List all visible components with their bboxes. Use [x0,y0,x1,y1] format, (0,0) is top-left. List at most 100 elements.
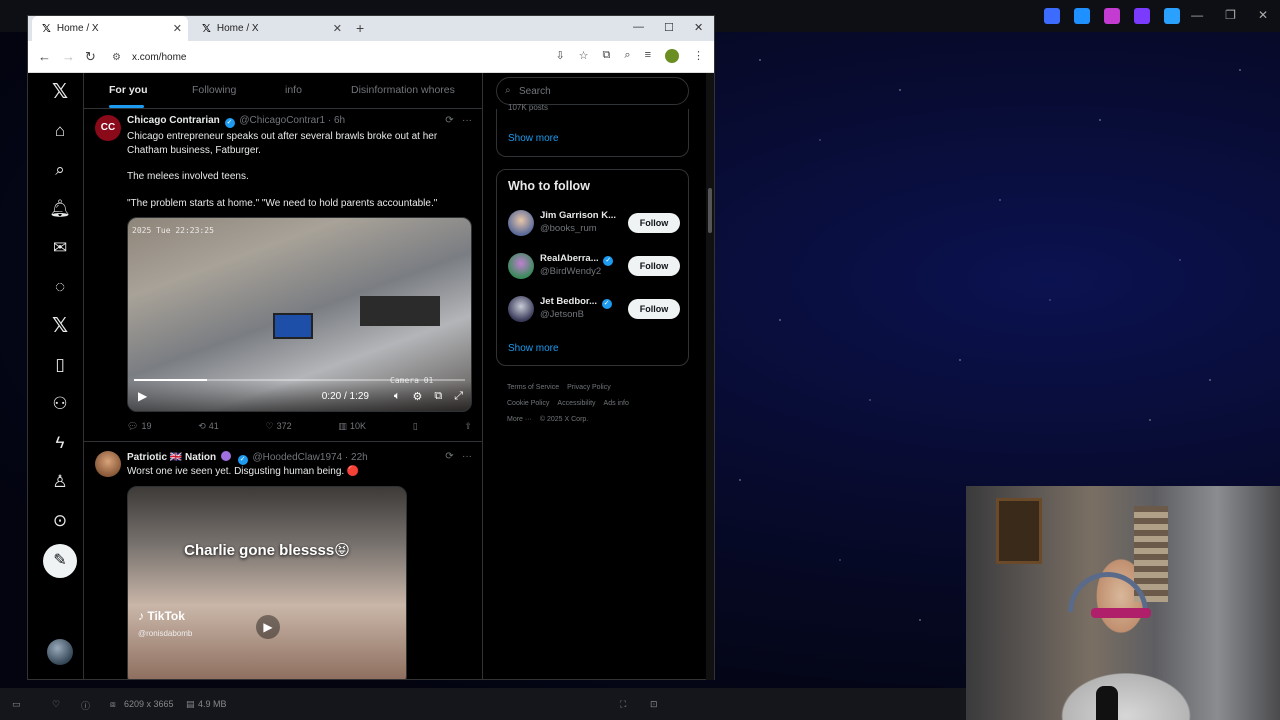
more-icon[interactable]: ⊙ [49,510,71,532]
suggestion-name[interactable]: RealAberra... ✓ [540,253,615,266]
fullscreen-icon[interactable]: ⤢ [454,390,463,403]
reply-button[interactable]: 💬︎ 19 [127,421,151,432]
settings-icon[interactable]: ⚙ [412,390,422,403]
verified-orgs-icon[interactable]: ϟ [49,432,71,454]
pip-icon[interactable]: ⧉ [434,390,442,403]
post-time[interactable]: · 22h [345,452,368,463]
grok-icon[interactable]: ⟳ [445,115,453,126]
video-player[interactable]: 2025 Tue 22:23:25 Camera 01 ▶ 0:20 / 1:2… [127,217,472,412]
volume-icon[interactable]: 🔈︎ [394,390,401,403]
browser-tab[interactable]: 𝕏 Home / X ✕ [192,16,348,41]
close-icon[interactable]: ✕ [694,21,703,34]
app-icon[interactable] [1044,8,1060,24]
post-time[interactable]: · 6h [328,115,345,126]
communities-icon[interactable]: ⚇ [49,393,71,415]
scrollbar-thumb[interactable] [708,188,712,233]
follow-button[interactable]: Follow [628,256,680,276]
follow-suggestion[interactable]: Jet Bedbor... ✓ @JetsonB Follow [508,294,680,324]
profile-avatar[interactable] [665,49,679,63]
more-options-icon[interactable]: ··· [462,115,472,126]
author-handle[interactable]: @ChicagoContrar1 [239,115,325,126]
play-icon[interactable]: ▶ [256,615,280,639]
show-more-link[interactable]: Show more [508,343,559,354]
footer-link[interactable]: Cookie Policy [507,400,549,407]
media-icon[interactable]: ≡ [645,49,651,63]
suggestion-avatar[interactable] [508,253,534,279]
repost-button[interactable]: ⟲ 41 [198,421,219,432]
browser-tab-active[interactable]: 𝕏 Home / X ✕ [32,16,188,41]
page-scrollbar[interactable] [706,73,714,680]
suggestion-name[interactable]: Jim Garrison K... [540,210,616,221]
bookmark-star-icon[interactable]: ☆ [579,49,589,63]
search-input[interactable]: ⌕ Search [496,77,689,105]
panel-icon[interactable]: ▭ [12,699,21,710]
restore-icon[interactable]: ❐ [1225,8,1236,22]
maximize-icon[interactable]: ☐ [664,21,674,34]
app-icon[interactable] [1104,8,1120,24]
like-button[interactable]: ♡ 372 [266,421,292,432]
more-options-icon[interactable]: ··· [462,451,472,462]
author-name[interactable]: Patriotic 🇬🇧 Nation [127,452,216,463]
follow-button[interactable]: Follow [628,213,680,233]
messages-icon[interactable]: ✉ [49,237,71,259]
bookmarks-icon[interactable]: ▯ [49,354,71,376]
footer-link[interactable]: Ads info [604,400,629,407]
suggestion-avatar[interactable] [508,210,534,236]
suggestion-name[interactable]: Jet Bedbor... ✓ [540,296,614,309]
actual-size-icon[interactable]: ⊡ [650,699,658,710]
grok-icon[interactable]: ⟳ [445,451,453,462]
grok-icon[interactable]: ◌ [49,276,71,298]
reload-icon[interactable]: ↻ [85,49,96,65]
post-avatar[interactable] [95,451,121,477]
extensions-icon[interactable]: ⧉ [603,49,611,63]
x-logo-icon[interactable]: 𝕏 [49,81,71,103]
footer-link[interactable]: More ··· [507,416,532,423]
views-button[interactable]: ▥ 10K [338,421,366,432]
play-icon[interactable]: ▶ [138,389,147,403]
notifications-icon[interactable]: 🔔︎ [49,198,71,220]
new-tab-icon[interactable]: + [356,20,364,36]
tab-close-icon[interactable]: ✕ [333,22,342,35]
profile-icon[interactable]: ♙ [49,471,71,493]
tab-info[interactable]: info [285,84,302,96]
fit-screen-icon[interactable]: ⛶ [620,699,626,710]
minimize-icon[interactable]: — [633,21,644,33]
search-icon[interactable]: ⌕ [49,159,71,181]
post-avatar[interactable]: CC [95,115,121,141]
post-compose-button[interactable]: ✎ [43,544,77,578]
forward-icon[interactable]: → [62,49,75,64]
premium-x-icon[interactable]: 𝕏 [49,315,71,337]
tab-disinformation-list[interactable]: Disinformation whores [351,84,455,96]
account-avatar[interactable] [47,639,73,665]
footer-link[interactable]: Terms of Service [507,384,559,391]
suggestion-avatar[interactable] [508,296,534,322]
home-icon[interactable]: ⌂ [49,120,71,142]
app-icon[interactable] [1074,8,1090,24]
favorite-icon[interactable]: ♡ [52,699,60,710]
author-handle[interactable]: @HoodedClaw1974 [252,452,342,463]
app-icon[interactable] [1134,8,1150,24]
info-icon[interactable]: ⓘ [81,699,90,712]
menu-icon[interactable]: ⋮ [693,49,704,63]
site-info-icon[interactable]: ⚙ [112,52,121,63]
url-field[interactable]: ⚙ x.com/home [102,46,502,68]
tab-for-you[interactable]: For you [109,84,148,96]
search-tab-icon[interactable]: ⌕ [624,49,630,63]
video-player[interactable]: Charlie gone blessss😝 ♪ TikTok @ronisdab… [127,486,407,679]
minimize-icon[interactable]: — [1191,8,1203,22]
tab-following[interactable]: Following [192,84,236,96]
follow-button[interactable]: Follow [628,299,680,319]
install-icon[interactable]: ⇩ [555,49,564,63]
follow-suggestion[interactable]: Jim Garrison K... @books_rum Follow [508,208,680,238]
author-name[interactable]: Chicago Contrarian [127,115,220,126]
back-icon[interactable]: ← [38,49,51,64]
footer-link[interactable]: Accessibility [557,400,595,407]
close-icon[interactable]: ✕ [1258,8,1268,22]
bookmark-icon[interactable]: ▯ [413,421,418,432]
footer-link[interactable]: Privacy Policy [567,384,611,391]
share-icon[interactable]: ⇪ [464,421,472,432]
follow-suggestion[interactable]: RealAberra... ✓ @BirdWendy2 Follow [508,251,680,281]
cloud-icon[interactable] [1164,8,1180,24]
tab-close-icon[interactable]: ✕ [173,22,182,35]
show-more-link[interactable]: Show more [508,133,559,144]
